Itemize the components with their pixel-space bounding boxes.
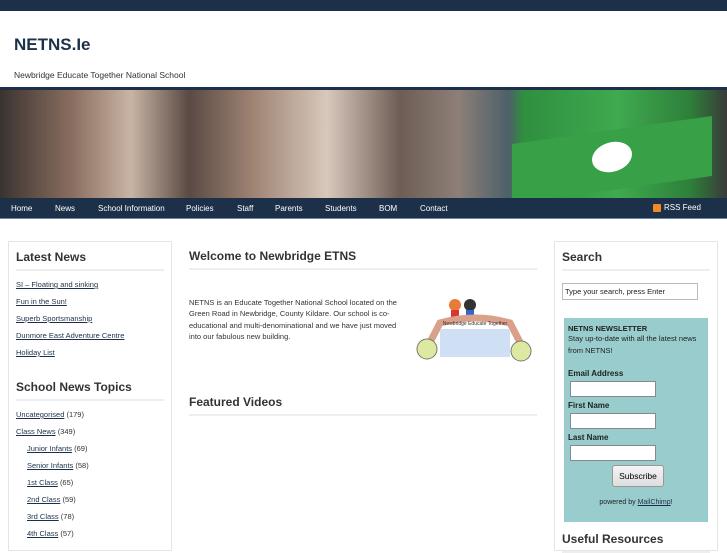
main-content: Welcome to Newbridge ETNS NETNS is an Ed… [189,249,537,416]
useful-resources-heading: Useful Resources [562,532,710,553]
list-item: Senior Infants (58) [27,461,89,470]
site-title[interactable]: NETNS.Ie [14,35,91,55]
list-item: Superb Sportsmanship [16,314,93,323]
nav-school-information[interactable]: School Information [98,204,165,213]
left-sidebar: Latest News SI – Floating and sinking Fu… [8,241,172,551]
rss-label: RSS Feed [664,203,701,212]
nav-staff[interactable]: Staff [237,204,253,213]
newsletter-title: NETNS NEWSLETTER [568,324,648,333]
right-sidebar: Search NETNS NEWSLETTER Stay up-to-date … [554,241,718,553]
list-item: 4th Class (57) [27,529,74,538]
subscribe-button[interactable]: Subscribe [612,465,664,487]
nav-parents[interactable]: Parents [275,204,303,213]
list-item: 3rd Class (78) [27,512,75,521]
school-logo-drawing: Newbridge Educate Together [416,299,532,362]
rss-feed-link[interactable]: RSS Feed [653,203,701,212]
list-item: Class News (349) [16,427,76,436]
welcome-heading: Welcome to Newbridge ETNS [189,249,537,270]
search-heading: Search [562,250,710,271]
latest-news-heading: Latest News [16,250,164,271]
featured-videos-heading: Featured Videos [189,395,537,416]
nav-news[interactable]: News [55,204,75,213]
mailchimp-link[interactable]: MailChimp [638,499,671,506]
last-name-label: Last Name [568,433,609,442]
nav-students[interactable]: Students [325,204,357,213]
email-label: Email Address [568,369,624,378]
nav-bom[interactable]: BOM [379,204,397,213]
top-bar [0,0,727,11]
list-item: Uncategorised (179) [16,410,84,419]
site-tagline: Newbridge Educate Together National Scho… [14,70,186,80]
powered-by: powered by MailChimp! [599,499,673,506]
search-input[interactable] [562,283,698,300]
list-item: Fun in the Sun! [16,297,67,306]
list-item: 1st Class (65) [27,478,74,487]
site-header: NETNS.Ie Newbridge Educate Together Nati… [0,11,727,87]
main-nav: Home News School Information Policies St… [0,198,727,219]
green-flag-image [512,115,712,205]
topics-list: Uncategorised (179) Class News (349) Jun… [16,410,164,538]
nav-policies[interactable]: Policies [186,204,214,213]
latest-news-list: SI – Floating and sinking Fun in the Sun… [16,280,164,357]
nav-contact[interactable]: Contact [420,204,448,213]
rss-icon [653,203,661,212]
first-name-field[interactable] [570,413,656,429]
topics-heading: School News Topics [16,380,164,401]
first-name-label: First Name [568,401,610,410]
welcome-text: NETNS is an Educate Together National Sc… [189,298,397,341]
last-name-field[interactable] [570,445,656,461]
list-item: SI – Floating and sinking [16,280,99,289]
list-item: 2nd Class (59) [27,495,76,504]
list-item: Junior Infants (69) [27,444,88,453]
header-photo [0,90,727,205]
email-field[interactable] [570,381,656,397]
newsletter-signup: NETNS NEWSLETTER Stay up-to-date with al… [564,318,708,522]
svg-text:Newbridge Educate Together: Newbridge Educate Together [443,321,508,327]
list-item: Holiday List [16,348,55,357]
nav-home[interactable]: Home [11,204,32,213]
list-item: Dunmore East Adventure Centre [16,331,125,340]
newsletter-description: Stay up-to-date with all the latest news… [568,334,697,355]
